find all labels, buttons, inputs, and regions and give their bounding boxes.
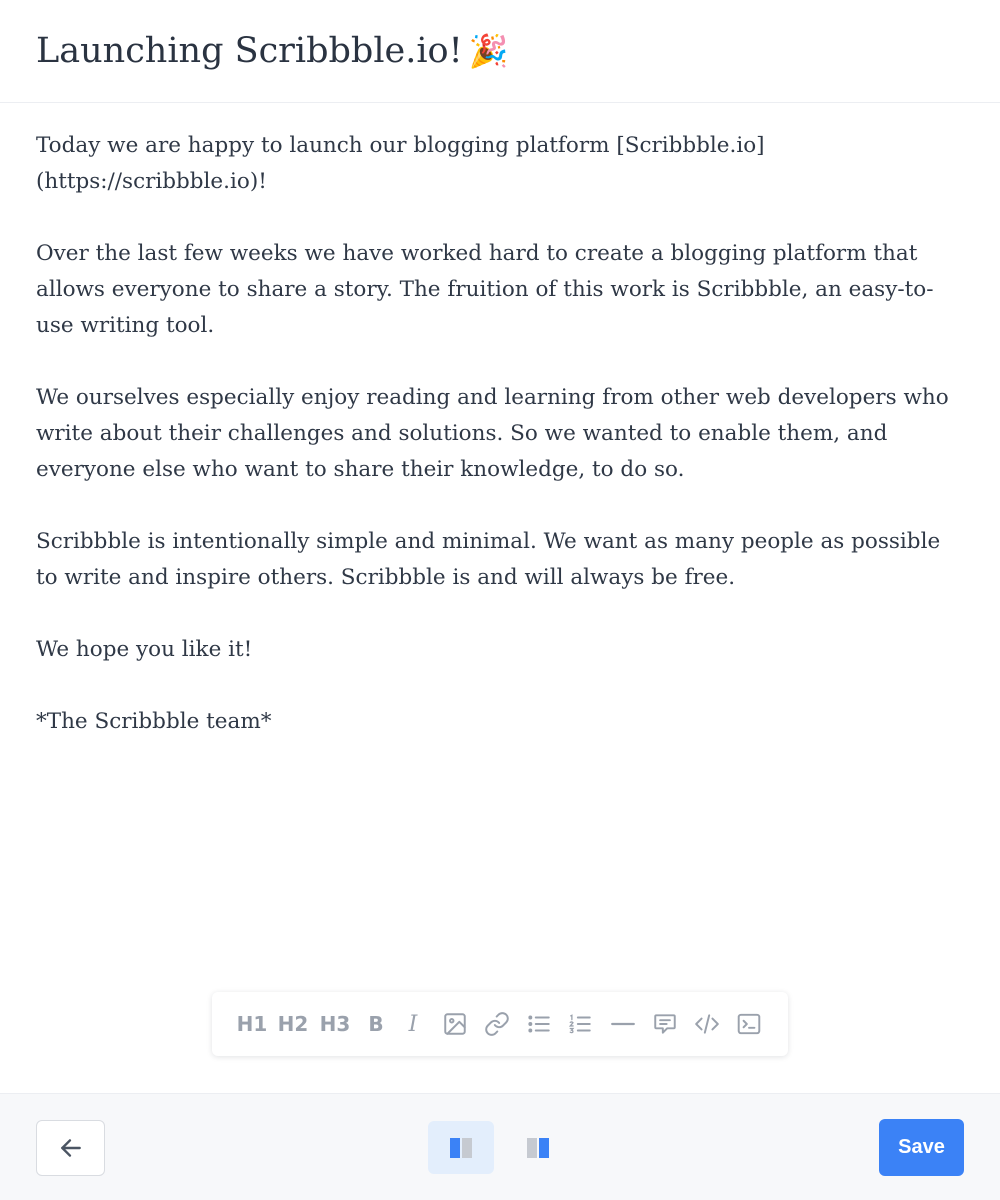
split-view-button[interactable] [428, 1121, 494, 1174]
editor-content[interactable]: Today we are happy to launch our bloggin… [36, 128, 966, 776]
back-button[interactable] [36, 1120, 105, 1176]
paragraph[interactable]: We hope you like it! [36, 632, 966, 668]
heading2-button[interactable]: H2 [276, 1008, 310, 1040]
preview-view-icon [527, 1137, 549, 1158]
code-icon [695, 1014, 719, 1034]
image-button[interactable] [441, 1008, 469, 1040]
heading1-button[interactable]: H1 [236, 1008, 268, 1040]
title-bar: Launching Scribbble.io! 🎉 [0, 0, 1000, 103]
paragraph[interactable]: *The Scribbble team* [36, 704, 966, 740]
quote-button[interactable] [651, 1008, 679, 1040]
code-block-button[interactable] [735, 1008, 763, 1040]
code-block-icon [737, 1013, 761, 1035]
inline-code-button[interactable] [693, 1008, 721, 1040]
formatting-toolbar: H1 H2 H3 B I [212, 992, 788, 1056]
post-title[interactable]: Launching Scribbble.io! 🎉 [36, 28, 509, 74]
bold-button[interactable]: B [365, 1008, 387, 1040]
paragraph[interactable]: Over the last few weeks we have worked h… [36, 236, 966, 344]
save-button[interactable]: Save [879, 1119, 964, 1176]
link-button[interactable] [483, 1008, 511, 1040]
heading3-button[interactable]: H3 [318, 1008, 352, 1040]
paragraph[interactable]: Today we are happy to launch our bloggin… [36, 128, 966, 200]
horizontal-rule-button[interactable] [610, 1008, 636, 1040]
horizontal-rule-icon [611, 1022, 635, 1026]
image-icon [444, 1013, 466, 1035]
paragraph[interactable]: We ourselves especially enjoy reading an… [36, 380, 966, 488]
italic-button[interactable]: I [402, 1008, 424, 1040]
preview-view-button[interactable] [505, 1121, 571, 1174]
numbered-list-button[interactable] [566, 1008, 594, 1040]
link-icon [485, 1012, 509, 1036]
split-view-icon [450, 1137, 472, 1158]
paragraph[interactable]: Scribbble is intentionally simple and mi… [36, 524, 966, 596]
post-title-text[interactable]: Launching Scribbble.io! [36, 31, 463, 71]
bullet-list-button[interactable] [525, 1008, 553, 1040]
bullet-list-icon [528, 1015, 550, 1033]
quote-icon [654, 1014, 676, 1034]
arrow-left-icon [60, 1139, 81, 1157]
numbered-list-icon [568, 1014, 591, 1034]
party-popper-emoji: 🎉 [468, 32, 509, 70]
footer-bar: Save [0, 1093, 1000, 1200]
